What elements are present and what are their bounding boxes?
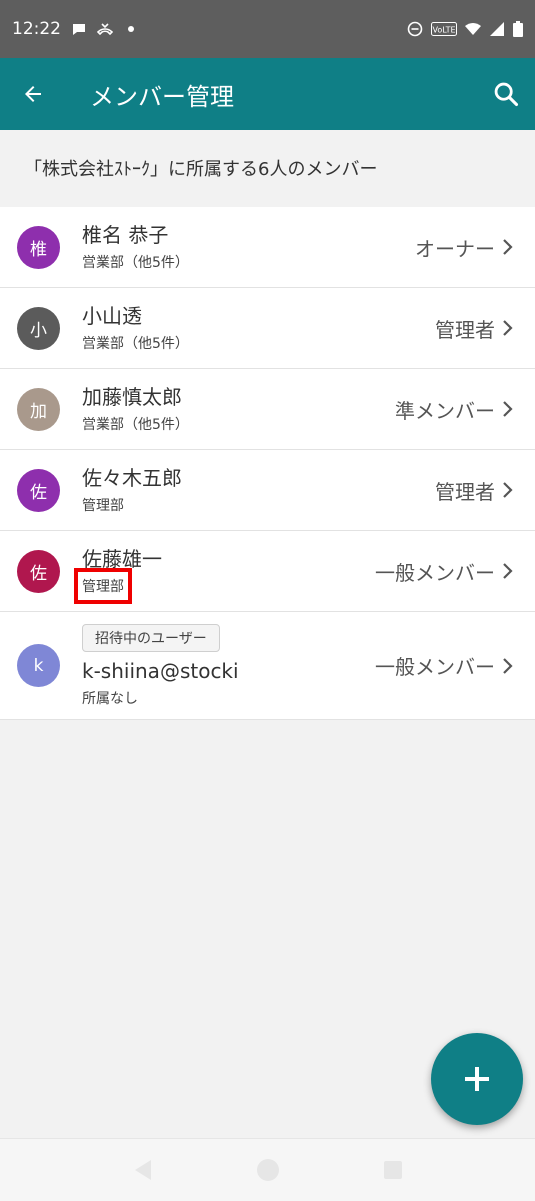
svg-text:VoLTE: VoLTE: [432, 26, 455, 35]
chevron-right-icon: [503, 563, 513, 579]
member-role[interactable]: 管理者: [435, 314, 515, 343]
member-department: 所属なし: [82, 690, 138, 707]
member-name: 佐藤雄一: [82, 547, 162, 571]
arrow-back-icon: [25, 86, 41, 102]
signal-icon: [490, 22, 504, 36]
avatar: 佐: [17, 468, 60, 512]
member-department: 営業部（他5件）: [82, 255, 189, 271]
recents-nav-icon[interactable]: [381, 1158, 405, 1182]
home-nav-icon[interactable]: [256, 1158, 280, 1182]
app-bar: メンバー管理: [0, 58, 535, 130]
chat-notification-icon: [73, 24, 85, 35]
member-row[interactable]: 佐 佐々木五郎 管理部 管理者: [0, 450, 535, 531]
chevron-right-icon: [503, 657, 513, 674]
wifi-icon: [465, 23, 481, 35]
member-role-label: 管理者: [435, 317, 495, 342]
missed-call-icon: [97, 23, 113, 36]
avatar: 椎: [17, 225, 60, 269]
member-row[interactable]: 小 小山透 営業部（他5件） 管理者: [0, 288, 535, 369]
member-role-label: 一般メンバー: [375, 560, 495, 585]
member-role[interactable]: 一般メンバー: [375, 651, 515, 680]
status-time: 12:22: [12, 19, 61, 39]
member-name: 佐々木五郎: [82, 466, 182, 490]
member-list: 椎 椎名 恭子 営業部（他5件） オーナー 小 小山透 営業部（他5件） 管理者…: [0, 207, 535, 720]
plus-icon: [465, 1067, 489, 1091]
system-navigation-bar: [0, 1138, 535, 1201]
back-button[interactable]: [0, 58, 66, 130]
volte-icon: VoLTE: [431, 22, 457, 36]
member-role-label: 管理者: [435, 479, 495, 504]
member-role-label: 準メンバー: [395, 398, 495, 423]
invited-badge: 招待中のユーザー: [82, 623, 220, 652]
member-department-highlighted: 管理部: [74, 568, 132, 604]
member-role[interactable]: オーナー: [415, 233, 515, 262]
member-role[interactable]: 管理者: [435, 476, 515, 505]
avatar: 加: [17, 387, 60, 431]
member-department: 管理部: [82, 498, 124, 514]
member-name: 加藤慎太郎: [82, 385, 182, 409]
page-title: メンバー管理: [90, 82, 234, 111]
chevron-right-icon: [503, 239, 513, 255]
add-member-button[interactable]: [431, 1033, 523, 1125]
avatar: k: [17, 644, 60, 687]
back-nav-icon[interactable]: [131, 1158, 155, 1182]
search-button[interactable]: [477, 58, 535, 130]
member-name: 椎名 恭子: [82, 223, 169, 247]
chevron-right-icon: [503, 482, 513, 498]
invited-member-row[interactable]: k 招待中のユーザー k-shiina@stocki 所属なし 一般メンバー: [0, 612, 535, 720]
member-count-header: 「株式会社ｽﾄｰｸ」に所属する6人のメンバー: [0, 130, 535, 206]
do-not-disturb-icon: [407, 21, 423, 37]
member-name: 小山透: [82, 304, 142, 328]
member-row[interactable]: 加 加藤慎太郎 営業部（他5件） 準メンバー: [0, 369, 535, 450]
avatar: 小: [17, 306, 60, 350]
battery-icon: [513, 21, 523, 37]
member-row[interactable]: 佐 佐藤雄一 管理部 一般メンバー: [0, 531, 535, 612]
dot-icon: [128, 26, 134, 32]
member-role[interactable]: 一般メンバー: [375, 557, 515, 586]
member-department: 営業部（他5件）: [82, 417, 189, 433]
member-department: 営業部（他5件）: [82, 336, 189, 352]
member-role-label: オーナー: [415, 236, 495, 261]
chevron-right-icon: [503, 401, 513, 417]
member-role[interactable]: 準メンバー: [395, 395, 515, 424]
search-icon: [494, 82, 519, 107]
chevron-right-icon: [503, 320, 513, 336]
member-role-label: 一般メンバー: [375, 655, 495, 679]
avatar: 佐: [17, 549, 60, 593]
member-count-text: 「株式会社ｽﾄｰｸ」に所属する6人のメンバー: [24, 159, 378, 180]
member-email: k-shiina@stocki: [82, 658, 239, 683]
status-bar: 12:22 VoLTE: [0, 0, 535, 58]
member-row[interactable]: 椎 椎名 恭子 営業部（他5件） オーナー: [0, 207, 535, 288]
